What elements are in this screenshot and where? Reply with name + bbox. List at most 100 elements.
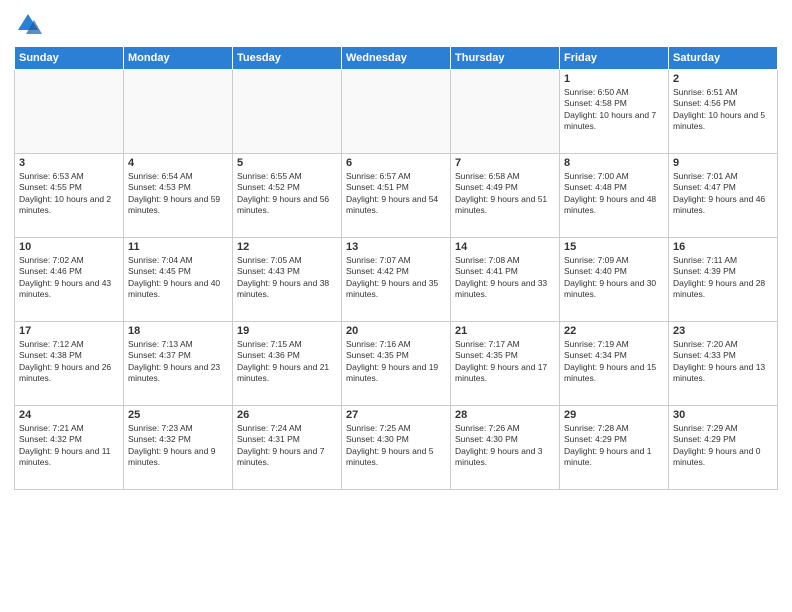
calendar-cell: 13 Sunrise: 7:07 AM Sunset: 4:42 PM Dayli… — [342, 238, 451, 322]
calendar-cell: 6 Sunrise: 6:57 AM Sunset: 4:51 PM Daylig… — [342, 154, 451, 238]
calendar-cell: 10Sunrise: 7:02 AM Sunset: 4:46 PM Dayli… — [15, 238, 124, 322]
day-number: 23 — [673, 325, 773, 337]
day-number: 7 — [455, 157, 555, 169]
day-info: Sunrise: 7:07 AM Sunset: 4:42 PM Dayligh… — [346, 255, 446, 301]
calendar-week-row: 17Sunrise: 7:12 AM Sunset: 4:38 PM Dayli… — [15, 322, 778, 406]
day-info: Sunrise: 7:16 AM Sunset: 4:35 PM Dayligh… — [346, 339, 446, 385]
day-number: 30 — [673, 409, 773, 421]
day-info: Sunrise: 7:19 AM Sunset: 4:34 PM Dayligh… — [564, 339, 664, 385]
calendar-day-header: Wednesday — [342, 47, 451, 70]
day-number: 10 — [19, 241, 119, 253]
logo — [14, 10, 46, 38]
day-info: Sunrise: 7:08 AM Sunset: 4:41 PM Dayligh… — [455, 255, 555, 301]
day-number: 12 — [237, 241, 337, 253]
day-number: 6 — [346, 157, 446, 169]
calendar-cell: 29Sunrise: 7:28 AM Sunset: 4:29 PM Dayli… — [560, 406, 669, 490]
header — [14, 10, 778, 38]
calendar-day-header: Saturday — [669, 47, 778, 70]
day-number: 1 — [564, 73, 664, 85]
day-info: Sunrise: 7:23 AM Sunset: 4:32 PM Dayligh… — [128, 423, 228, 469]
day-info: Sunrise: 7:13 AM Sunset: 4:37 PM Dayligh… — [128, 339, 228, 385]
calendar-cell: 3Sunrise: 6:53 AM Sunset: 4:55 PM Daylig… — [15, 154, 124, 238]
calendar-cell: 9 Sunrise: 7:01 AM Sunset: 4:47 PM Daylig… — [669, 154, 778, 238]
day-number: 26 — [237, 409, 337, 421]
calendar-cell: 2 Sunrise: 6:51 AM Sunset: 4:56 PM Daylig… — [669, 70, 778, 154]
day-number: 8 — [564, 157, 664, 169]
day-info: Sunrise: 7:09 AM Sunset: 4:40 PM Dayligh… — [564, 255, 664, 301]
day-info: Sunrise: 6:58 AM Sunset: 4:49 PM Dayligh… — [455, 171, 555, 217]
calendar-cell — [15, 70, 124, 154]
day-info: Sunrise: 7:21 AM Sunset: 4:32 PM Dayligh… — [19, 423, 119, 469]
calendar-cell: 14 Sunrise: 7:08 AM Sunset: 4:41 PM Dayli… — [451, 238, 560, 322]
day-info: Sunrise: 7:05 AM Sunset: 4:43 PM Dayligh… — [237, 255, 337, 301]
calendar-cell — [451, 70, 560, 154]
day-info: Sunrise: 6:50 AM Sunset: 4:58 PM Dayligh… — [564, 87, 664, 133]
day-info: Sunrise: 7:28 AM Sunset: 4:29 PM Dayligh… — [564, 423, 664, 469]
day-info: Sunrise: 7:20 AM Sunset: 4:33 PM Dayligh… — [673, 339, 773, 385]
day-number: 20 — [346, 325, 446, 337]
calendar-cell: 11 Sunrise: 7:04 AM Sunset: 4:45 PM Dayli… — [124, 238, 233, 322]
day-number: 21 — [455, 325, 555, 337]
calendar-week-row: 3Sunrise: 6:53 AM Sunset: 4:55 PM Daylig… — [15, 154, 778, 238]
day-info: Sunrise: 7:29 AM Sunset: 4:29 PM Dayligh… — [673, 423, 773, 469]
calendar-cell: 4 Sunrise: 6:54 AM Sunset: 4:53 PM Daylig… — [124, 154, 233, 238]
calendar-cell: 16 Sunrise: 7:11 AM Sunset: 4:39 PM Dayli… — [669, 238, 778, 322]
calendar-day-header: Monday — [124, 47, 233, 70]
day-number: 25 — [128, 409, 228, 421]
calendar-cell — [124, 70, 233, 154]
calendar-cell: 5 Sunrise: 6:55 AM Sunset: 4:52 PM Daylig… — [233, 154, 342, 238]
day-info: Sunrise: 7:01 AM Sunset: 4:47 PM Dayligh… — [673, 171, 773, 217]
calendar-cell — [233, 70, 342, 154]
day-number: 13 — [346, 241, 446, 253]
calendar-cell: 25 Sunrise: 7:23 AM Sunset: 4:32 PM Dayli… — [124, 406, 233, 490]
day-info: Sunrise: 7:04 AM Sunset: 4:45 PM Dayligh… — [128, 255, 228, 301]
calendar-week-row: 24Sunrise: 7:21 AM Sunset: 4:32 PM Dayli… — [15, 406, 778, 490]
day-info: Sunrise: 7:12 AM Sunset: 4:38 PM Dayligh… — [19, 339, 119, 385]
day-info: Sunrise: 7:17 AM Sunset: 4:35 PM Dayligh… — [455, 339, 555, 385]
day-number: 14 — [455, 241, 555, 253]
logo-icon — [14, 10, 42, 38]
calendar-cell: 17Sunrise: 7:12 AM Sunset: 4:38 PM Dayli… — [15, 322, 124, 406]
calendar-cell: 23 Sunrise: 7:20 AM Sunset: 4:33 PM Dayli… — [669, 322, 778, 406]
calendar-cell — [342, 70, 451, 154]
day-number: 16 — [673, 241, 773, 253]
day-number: 4 — [128, 157, 228, 169]
day-number: 9 — [673, 157, 773, 169]
day-info: Sunrise: 6:57 AM Sunset: 4:51 PM Dayligh… — [346, 171, 446, 217]
day-number: 2 — [673, 73, 773, 85]
day-info: Sunrise: 6:54 AM Sunset: 4:53 PM Dayligh… — [128, 171, 228, 217]
calendar-cell: 1 Sunrise: 6:50 AM Sunset: 4:58 PM Daylig… — [560, 70, 669, 154]
calendar-cell: 26Sunrise: 7:24 AM Sunset: 4:31 PM Dayli… — [233, 406, 342, 490]
page: SundayMondayTuesdayWednesdayThursdayFrid… — [0, 0, 792, 612]
day-info: Sunrise: 7:11 AM Sunset: 4:39 PM Dayligh… — [673, 255, 773, 301]
calendar-week-row: 10Sunrise: 7:02 AM Sunset: 4:46 PM Dayli… — [15, 238, 778, 322]
calendar-cell: 19Sunrise: 7:15 AM Sunset: 4:36 PM Dayli… — [233, 322, 342, 406]
calendar-cell: 12 Sunrise: 7:05 AM Sunset: 4:43 PM Dayli… — [233, 238, 342, 322]
calendar-cell: 15 Sunrise: 7:09 AM Sunset: 4:40 PM Dayli… — [560, 238, 669, 322]
day-number: 15 — [564, 241, 664, 253]
calendar-day-header: Friday — [560, 47, 669, 70]
day-info: Sunrise: 7:25 AM Sunset: 4:30 PM Dayligh… — [346, 423, 446, 469]
calendar-day-header: Thursday — [451, 47, 560, 70]
calendar-day-header: Tuesday — [233, 47, 342, 70]
calendar-cell: 21 Sunrise: 7:17 AM Sunset: 4:35 PM Dayli… — [451, 322, 560, 406]
calendar-table: SundayMondayTuesdayWednesdayThursdayFrid… — [14, 46, 778, 490]
calendar-cell: 30 Sunrise: 7:29 AM Sunset: 4:29 PM Dayli… — [669, 406, 778, 490]
calendar-cell: 18 Sunrise: 7:13 AM Sunset: 4:37 PM Dayli… — [124, 322, 233, 406]
day-number: 11 — [128, 241, 228, 253]
day-info: Sunrise: 6:53 AM Sunset: 4:55 PM Dayligh… — [19, 171, 119, 217]
calendar-week-row: 1 Sunrise: 6:50 AM Sunset: 4:58 PM Daylig… — [15, 70, 778, 154]
day-number: 18 — [128, 325, 228, 337]
day-number: 27 — [346, 409, 446, 421]
day-number: 19 — [237, 325, 337, 337]
calendar-cell: 27 Sunrise: 7:25 AM Sunset: 4:30 PM Dayli… — [342, 406, 451, 490]
day-info: Sunrise: 6:55 AM Sunset: 4:52 PM Dayligh… — [237, 171, 337, 217]
calendar-day-header: Sunday — [15, 47, 124, 70]
day-number: 22 — [564, 325, 664, 337]
day-number: 5 — [237, 157, 337, 169]
day-info: Sunrise: 6:51 AM Sunset: 4:56 PM Dayligh… — [673, 87, 773, 133]
calendar-cell: 7 Sunrise: 6:58 AM Sunset: 4:49 PM Daylig… — [451, 154, 560, 238]
calendar-cell: 28Sunrise: 7:26 AM Sunset: 4:30 PM Dayli… — [451, 406, 560, 490]
calendar-cell: 22 Sunrise: 7:19 AM Sunset: 4:34 PM Dayli… — [560, 322, 669, 406]
calendar-header-row: SundayMondayTuesdayWednesdayThursdayFrid… — [15, 47, 778, 70]
